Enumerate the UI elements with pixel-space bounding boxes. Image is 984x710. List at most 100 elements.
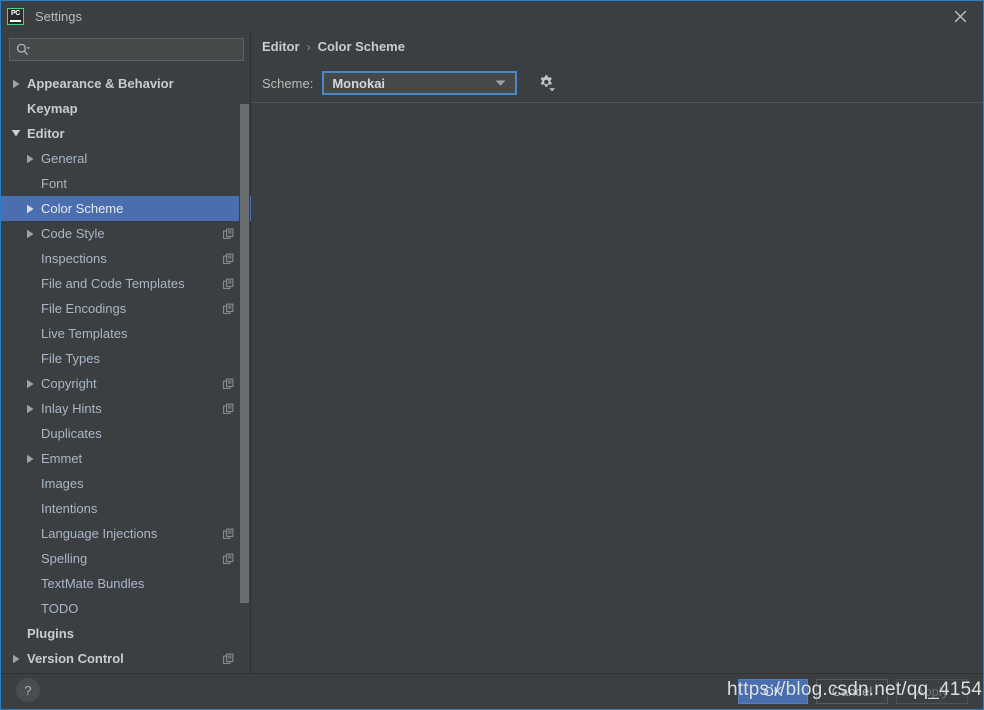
search-icon [16,43,31,56]
breadcrumb-current: Color Scheme [317,39,405,54]
copy-settings-icon[interactable] [223,253,234,264]
sidebar-item-label: Version Control [27,651,124,666]
sidebar-item-label: Inlay Hints [41,401,102,416]
sidebar-item-editor[interactable]: Editor [1,121,251,146]
search-field[interactable] [9,38,244,61]
chevron-right-icon[interactable] [9,646,23,671]
sidebar-item-label: Appearance & Behavior [27,76,174,91]
sidebar-item-general[interactable]: General [1,146,251,171]
sidebar-item-label: Duplicates [41,426,102,441]
sidebar-item-font[interactable]: Font [1,171,251,196]
chevron-down-icon[interactable] [9,121,23,146]
copy-settings-icon[interactable] [223,403,234,414]
sidebar-item-todo[interactable]: TODO [1,596,251,621]
sidebar-item-label: Language Injections [41,526,158,541]
sidebar-item-label: Images [41,476,84,491]
chevron-right-icon[interactable] [9,71,23,96]
copy-settings-icon[interactable] [223,378,234,389]
cancel-button[interactable]: Cancel [816,679,888,704]
sidebar-scrollbar-track[interactable] [239,71,250,673]
breadcrumb-separator: › [306,39,311,54]
sidebar-item-spelling[interactable]: Spelling [1,546,251,571]
sidebar-item-plugins[interactable]: Plugins [1,621,251,646]
close-icon [954,10,966,23]
chevron-right-icon[interactable] [23,446,37,471]
sidebar-item-color-scheme[interactable]: Color Scheme [1,196,251,221]
close-button[interactable] [937,1,983,32]
scheme-label: Scheme: [262,75,314,91]
scheme-settings-button[interactable] [535,72,557,94]
sidebar-item-live-templates[interactable]: Live Templates [1,321,251,346]
chevron-right-icon[interactable] [23,196,37,221]
sidebar-item-label: Color Scheme [41,201,124,216]
copy-settings-icon[interactable] [223,228,234,239]
sidebar-item-label: Font [41,176,68,191]
apply-button[interactable]: Apply [896,679,968,704]
chevron-right-icon[interactable] [23,371,37,396]
sidebar-item-label: Live Templates [41,326,128,341]
sidebar-item-emmet[interactable]: Emmet [1,446,251,471]
sidebar-item-language-injections[interactable]: Language Injections [1,521,251,546]
copy-settings-icon[interactable] [223,528,234,539]
copy-settings-icon[interactable] [223,553,234,564]
title-bar: PC Settings [1,1,983,32]
sidebar-item-label: Inspections [41,251,107,266]
copy-settings-icon[interactable] [223,278,234,289]
sidebar-item-duplicates[interactable]: Duplicates [1,421,251,446]
sidebar-item-label: TextMate Bundles [41,576,145,591]
sidebar-item-label: Copyright [41,376,97,391]
settings-content-panel: Editor › Color Scheme Scheme: Monokai [252,32,983,673]
sidebar-item-appearance-and-behavior[interactable]: Appearance & Behavior [1,71,251,96]
sidebar-item-label: Plugins [27,626,74,641]
sidebar-scrollbar-thumb[interactable] [240,104,249,603]
sidebar-item-label: Editor [27,126,65,141]
window-title: Settings [35,9,82,24]
sidebar-item-file-types[interactable]: File Types [1,346,251,371]
copy-settings-icon[interactable] [223,303,234,314]
search-input[interactable] [31,39,243,60]
sidebar-item-keymap[interactable]: Keymap [1,96,251,121]
scheme-dropdown[interactable]: Monokai [322,71,518,95]
breadcrumb-parent[interactable]: Editor [262,39,300,54]
gear-icon [540,74,555,91]
settings-tree: Appearance & Behavior Keymap Editor General… [1,71,251,673]
chevron-right-icon[interactable] [23,396,37,421]
chevron-right-icon[interactable] [23,221,37,246]
sidebar-item-label: Code Style [41,226,105,241]
sidebar-item-inlay-hints[interactable]: Inlay Hints [1,396,251,421]
sidebar-item-file-encodings[interactable]: File Encodings [1,296,251,321]
sidebar-item-label: TODO [41,601,79,616]
chevron-right-icon[interactable] [23,146,37,171]
chevron-down-icon [495,80,506,87]
help-button[interactable]: ? [16,678,40,702]
pycharm-logo-text: PC [10,10,21,17]
sidebar-item-label: General [41,151,88,166]
sidebar-item-label: File and Code Templates [41,276,185,291]
sidebar-item-textmate-bundles[interactable]: TextMate Bundles [1,571,251,596]
sidebar-item-inspections[interactable]: Inspections [1,246,251,271]
pycharm-logo-icon: PC [7,8,24,25]
sidebar-item-copyright[interactable]: Copyright [1,371,251,396]
copy-settings-icon[interactable] [223,653,234,664]
breadcrumb: Editor › Color Scheme [262,39,405,54]
settings-sidebar: Appearance & Behavior Keymap Editor General… [1,32,251,673]
sidebar-item-intentions[interactable]: Intentions [1,496,251,521]
sidebar-item-images[interactable]: Images [1,471,251,496]
ok-button[interactable]: OK [738,679,808,704]
scheme-row: Scheme: Monokai [262,71,557,95]
sidebar-item-version-control[interactable]: Version Control [1,646,251,671]
sidebar-item-file-and-code-templates[interactable]: File and Code Templates [1,271,251,296]
sidebar-item-code-style[interactable]: Code Style [1,221,251,246]
